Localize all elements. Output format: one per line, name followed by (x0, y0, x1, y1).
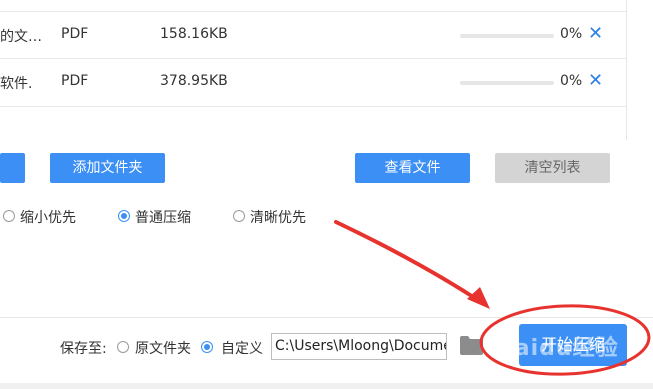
radio-label-normal-compression[interactable]: 普通压缩 (135, 207, 191, 227)
radio-normal-compression[interactable] (118, 210, 130, 222)
save-path-input[interactable]: C:\Users\Mloong\Docume (271, 333, 447, 360)
file-name: 软件. (0, 76, 33, 92)
folder-icon[interactable] (459, 334, 484, 356)
progress-bar (460, 34, 554, 38)
file-size: 378.95KB (160, 73, 228, 89)
section-divider (0, 317, 653, 318)
remove-file-icon[interactable]: ✕ (588, 23, 603, 44)
progress-percent: 0% (560, 26, 583, 42)
window-bottom-edge (0, 383, 653, 389)
file-list-panel: 的文… PDF 158.16KB 0% ✕ 软件. PDF 378.95KB 0… (0, 0, 627, 140)
add-files-button[interactable] (0, 153, 25, 183)
file-type: PDF (61, 73, 89, 89)
file-name: 的文… (0, 29, 42, 45)
file-type: PDF (61, 26, 89, 42)
watermark: Baidu经验 (497, 336, 619, 361)
progress-percent: 0% (560, 73, 583, 89)
file-row[interactable]: 的文… PDF 158.16KB 0% ✕ (0, 11, 626, 59)
radio-label-original-folder[interactable]: 原文件夹 (135, 338, 191, 358)
radio-custom-folder[interactable] (201, 341, 213, 353)
add-folder-button[interactable]: 添加文件夹 (50, 153, 165, 183)
remove-file-icon[interactable]: ✕ (588, 70, 603, 91)
file-size: 158.16KB (160, 26, 228, 42)
clear-list-button[interactable]: 清空列表 (495, 153, 610, 183)
annotation-arrow-line (334, 220, 483, 304)
radio-label-custom-folder[interactable]: 自定义 (221, 338, 263, 358)
radio-label-size-priority[interactable]: 缩小优先 (20, 207, 76, 227)
radio-label-clarity-priority[interactable]: 清晰优先 (250, 207, 306, 227)
save-to-label: 保存至: (60, 341, 107, 357)
radio-clarity-priority[interactable] (233, 210, 245, 222)
file-row[interactable]: 软件. PDF 378.95KB 0% ✕ (0, 58, 626, 107)
radio-size-priority[interactable] (3, 210, 15, 222)
radio-original-folder[interactable] (117, 341, 129, 353)
progress-bar (460, 81, 554, 85)
view-files-button[interactable]: 查看文件 (355, 153, 470, 183)
annotation-arrow-head (467, 287, 490, 309)
